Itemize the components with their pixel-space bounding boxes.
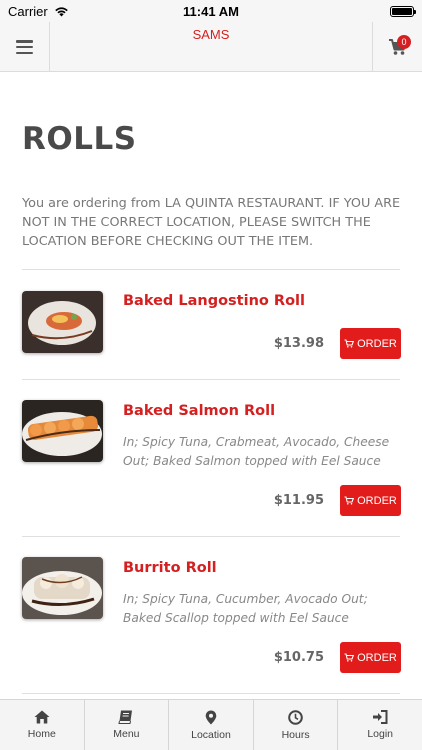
order-button[interactable]: ORDER	[340, 485, 401, 516]
cart-icon	[344, 496, 355, 505]
location-pin-icon	[205, 710, 217, 724]
page-title: ROLLS	[22, 121, 137, 157]
order-button[interactable]: ORDER	[340, 328, 401, 359]
divider	[22, 693, 400, 694]
battery-icon	[390, 5, 416, 17]
home-icon	[34, 710, 50, 724]
item-price: $11.95	[273, 493, 324, 508]
order-label: ORDER	[357, 494, 397, 507]
item-name[interactable]: Baked Salmon Roll	[123, 403, 275, 419]
tab-label: Home	[27, 728, 56, 740]
item-photo[interactable]	[22, 291, 103, 353]
item-price: $10.75	[273, 650, 324, 665]
item-photo[interactable]	[22, 557, 103, 619]
divider	[22, 379, 400, 380]
cart-button[interactable]: 0	[372, 22, 422, 72]
tab-menu[interactable]: Menu	[85, 700, 170, 750]
carrier-label: Carrier	[8, 3, 48, 19]
wifi-icon	[54, 6, 68, 16]
tab-label: Hours	[281, 728, 310, 741]
clock-icon	[288, 709, 303, 725]
tab-label: Location	[191, 728, 231, 741]
tab-home[interactable]: Home	[0, 700, 85, 750]
item-description: In; Spicy Tuna, Cucumber, Avocado Out; B…	[123, 592, 368, 625]
menu-button[interactable]	[0, 22, 50, 72]
item-photo[interactable]	[22, 400, 103, 462]
tab-hours[interactable]: Hours	[254, 700, 339, 750]
item-description: In; Spicy Tuna, Crabmeat, Avocado, Chees…	[123, 435, 390, 468]
menu-book-icon	[118, 710, 133, 724]
order-button[interactable]: ORDER	[340, 642, 401, 673]
divider	[22, 269, 400, 270]
bottom-tab-bar: Home Menu Location Hours Login	[0, 699, 422, 750]
divider	[22, 536, 400, 537]
cart-icon	[344, 653, 355, 662]
item-price: $13.98	[273, 336, 324, 351]
tab-label: Menu	[113, 728, 140, 740]
status-bar: Carrier 11:41 AM	[0, 0, 422, 22]
tab-label: Login	[367, 728, 394, 740]
order-label: ORDER	[357, 651, 397, 664]
tab-location[interactable]: Location	[169, 700, 254, 750]
cart-icon	[344, 339, 355, 348]
location-notice: You are ordering from LA QUINTA RESTAURA…	[22, 196, 401, 249]
cart-count-badge: 0	[397, 35, 411, 49]
login-icon	[373, 710, 388, 724]
carrier-info: Carrier	[8, 4, 69, 19]
app-title: SAMS	[192, 27, 230, 42]
tab-login[interactable]: Login	[338, 700, 422, 750]
order-label: ORDER	[357, 337, 397, 350]
hamburger-icon	[16, 40, 33, 54]
item-name[interactable]: Burrito Roll	[123, 560, 217, 576]
nav-bar: SAMS 0	[0, 22, 422, 72]
item-name[interactable]: Baked Langostino Roll	[123, 293, 305, 309]
